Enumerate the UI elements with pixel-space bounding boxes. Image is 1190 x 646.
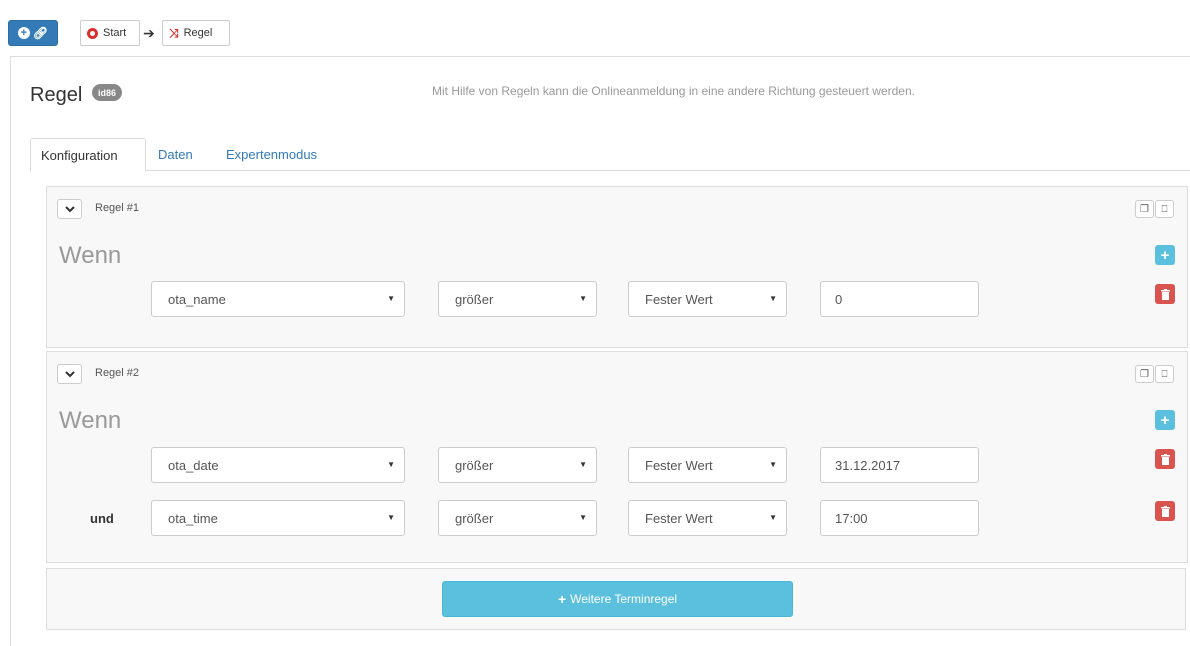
operator-select-value: größer xyxy=(455,457,494,473)
collapse-button[interactable] xyxy=(57,199,82,219)
id-badge: id86 xyxy=(92,84,123,101)
add-element-button[interactable]: + 🔗︎ xyxy=(8,20,58,46)
operator-select[interactable]: größer ▼ xyxy=(438,500,597,536)
breadcrumb-regel-label: Regel xyxy=(183,27,213,39)
condition-heading: Wenn xyxy=(59,407,122,434)
breadcrumb-start-label: Start xyxy=(103,27,127,39)
caret-down-icon: ▼ xyxy=(579,294,587,303)
operator-select[interactable]: größer ▼ xyxy=(438,281,597,317)
rule-block-1: Regel #1 ❐ ⎕ Wenn + ota_name ▼ größer ▼ … xyxy=(46,186,1188,348)
arrow-right-icon: ➔ xyxy=(143,25,155,41)
condition-heading: Wenn xyxy=(59,242,122,269)
delete-rule-button[interactable]: ⎕ xyxy=(1155,365,1174,383)
plus-circle-icon: + xyxy=(17,27,30,39)
caret-down-icon: ▼ xyxy=(579,513,587,522)
value-type-select-value: Fester Wert xyxy=(645,510,713,526)
connector-label: und xyxy=(90,511,114,526)
add-rule-area: + Weitere Terminregel xyxy=(46,568,1186,630)
value-type-select[interactable]: Fester Wert ▼ xyxy=(628,447,787,483)
value-input[interactable]: 31.12.2017 xyxy=(820,447,979,483)
trash-icon xyxy=(1160,505,1170,517)
rule-label: Regel #1 xyxy=(95,202,140,214)
field-select[interactable]: ota_time ▼ xyxy=(151,500,405,536)
rule-label: Regel #2 xyxy=(95,367,140,379)
value-type-select-value: Fester Wert xyxy=(645,291,713,307)
field-select[interactable]: ota_name ▼ xyxy=(151,281,405,317)
plus-icon: + xyxy=(557,591,567,607)
breadcrumb-start[interactable]: Start xyxy=(80,20,140,46)
delete-condition-button[interactable] xyxy=(1155,284,1175,304)
field-select[interactable]: ota_date ▼ xyxy=(151,447,405,483)
breadcrumb-regel[interactable]: ⤨ Regel xyxy=(162,20,230,46)
rule-block-2: Regel #2 ❐ ⎕ Wenn + ota_date ▼ größer ▼ … xyxy=(46,351,1188,563)
field-select-value: ota_time xyxy=(168,510,218,526)
caret-down-icon: ▼ xyxy=(579,460,587,469)
add-rule-label: Weitere Terminregel xyxy=(570,592,678,606)
caret-down-icon: ▼ xyxy=(387,513,395,522)
add-condition-button[interactable]: + xyxy=(1155,245,1175,265)
add-rule-button[interactable]: + Weitere Terminregel xyxy=(442,581,793,617)
delete-condition-button[interactable] xyxy=(1155,501,1175,521)
page-title: Regel xyxy=(30,84,83,106)
caret-down-icon: ▼ xyxy=(769,513,777,522)
value-type-select[interactable]: Fester Wert ▼ xyxy=(628,281,787,317)
copy-rule-button[interactable]: ❐ xyxy=(1135,365,1154,383)
trash-icon: ⎕ xyxy=(1161,368,1168,380)
operator-select-value: größer xyxy=(455,510,494,526)
field-select-value: ota_name xyxy=(168,291,226,307)
trash-icon: ⎕ xyxy=(1161,203,1168,215)
chevron-down-icon xyxy=(64,370,75,377)
caret-down-icon: ▼ xyxy=(387,460,395,469)
operator-select[interactable]: größer ▼ xyxy=(438,447,597,483)
tab-expertenmodus[interactable]: Expertenmodus xyxy=(216,138,327,171)
caret-down-icon: ▼ xyxy=(769,460,777,469)
tab-bar: Konfiguration Daten Expertenmodus xyxy=(30,138,1190,172)
plus-icon: + xyxy=(1160,411,1170,429)
start-circle-icon xyxy=(87,27,98,39)
trash-icon xyxy=(1160,288,1170,300)
copy-icon: ❐ xyxy=(1140,368,1149,380)
delete-rule-button[interactable]: ⎕ xyxy=(1155,200,1174,218)
link-icon: 🔗︎ xyxy=(32,26,49,40)
copy-rule-button[interactable]: ❐ xyxy=(1135,200,1154,218)
value-type-select[interactable]: Fester Wert ▼ xyxy=(628,500,787,536)
value-type-select-value: Fester Wert xyxy=(645,457,713,473)
delete-condition-button[interactable] xyxy=(1155,449,1175,469)
value-input[interactable]: 17:00 xyxy=(820,500,979,536)
field-select-value: ota_date xyxy=(168,457,219,473)
collapse-button[interactable] xyxy=(57,364,82,384)
value-input[interactable]: 0 xyxy=(820,281,979,317)
copy-icon: ❐ xyxy=(1140,203,1149,215)
page-description: Mit Hilfe von Regeln kann die Onlineanme… xyxy=(432,84,915,98)
shuffle-icon: ⤨ xyxy=(169,25,179,40)
tab-konfiguration[interactable]: Konfiguration xyxy=(30,138,146,172)
trash-icon xyxy=(1160,453,1170,465)
caret-down-icon: ▼ xyxy=(387,294,395,303)
chevron-down-icon xyxy=(64,205,75,212)
plus-icon: + xyxy=(1160,246,1170,264)
operator-select-value: größer xyxy=(455,291,494,307)
caret-down-icon: ▼ xyxy=(769,294,777,303)
add-condition-button[interactable]: + xyxy=(1155,410,1175,430)
toolbar: + 🔗︎ Start ➔ ⤨ Regel xyxy=(0,0,1190,56)
tab-daten[interactable]: Daten xyxy=(148,138,203,171)
